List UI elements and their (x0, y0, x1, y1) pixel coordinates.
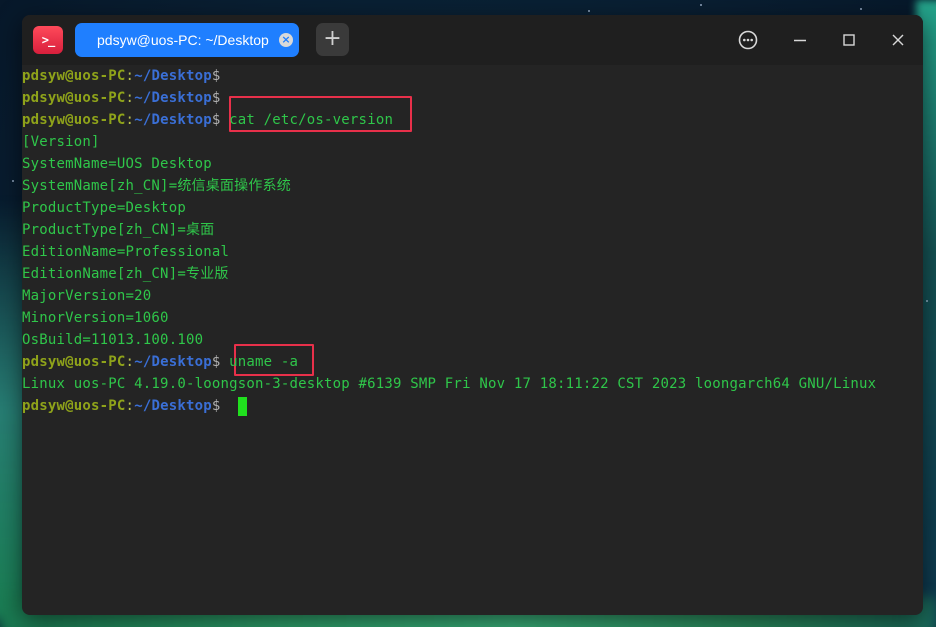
command-text: cat /etc/os-version (220, 112, 394, 128)
prompt-dollar: $ (211, 398, 221, 414)
prompt-path: ~/Desktop (134, 90, 212, 106)
terminal-window: >_ pdsyw@uos-PC: ~/Desktop × + pdsyw@uos… (22, 15, 923, 615)
output-line: EditionName=Professional (22, 241, 229, 263)
output-text: MinorVersion=1060 (22, 310, 169, 326)
wallpaper-star (860, 8, 862, 10)
prompt-user-host: pdsyw@uos-PC (22, 90, 126, 106)
output-line: EditionName[zh_CN]=专业版 (22, 263, 229, 285)
text-cursor (238, 397, 247, 416)
prompt-dollar: $ (211, 68, 221, 84)
output-line: SystemName[zh_CN]=统信桌面操作系统 (22, 175, 291, 197)
output-line: ProductType[zh_CN]=桌面 (22, 219, 214, 241)
title-bar: >_ pdsyw@uos-PC: ~/Desktop × + (22, 15, 923, 65)
prompt-user-host: pdsyw@uos-PC (22, 398, 126, 414)
more-options-icon[interactable] (736, 28, 760, 52)
prompt-colon: : (125, 398, 135, 414)
output-text: ProductType[zh_CN]=桌面 (22, 222, 215, 238)
output-line: ProductType=Desktop (22, 197, 186, 219)
prompt-user-host: pdsyw@uos-PC (22, 354, 126, 370)
prompt-path: ~/Desktop (134, 112, 212, 128)
close-icon[interactable] (886, 28, 910, 52)
prompt-colon: : (125, 68, 135, 84)
wallpaper-star (926, 300, 928, 302)
app-icon-glyph: >_ (41, 33, 55, 47)
output-text: Linux uos-PC 4.19.0-loongson-3-desktop #… (22, 376, 877, 392)
prompt-line: pdsyw@uos-PC:~/Desktop$ (22, 395, 229, 417)
prompt-line: pdsyw@uos-PC:~/Desktop$ (22, 65, 221, 87)
prompt-user-host: pdsyw@uos-PC (22, 68, 126, 84)
command-text (221, 398, 230, 414)
prompt-line: pdsyw@uos-PC:~/Desktop$ cat /etc/os-vers… (22, 109, 393, 131)
output-text: SystemName[zh_CN]=统信桌面操作系统 (22, 178, 291, 194)
prompt-user-host: pdsyw@uos-PC (22, 112, 126, 128)
prompt-path: ~/Desktop (134, 354, 212, 370)
prompt-dollar: $ (211, 112, 221, 128)
prompt-colon: : (125, 90, 135, 106)
terminal-app-icon[interactable]: >_ (33, 26, 63, 54)
minimize-icon[interactable] (788, 28, 812, 52)
wallpaper-star (588, 10, 590, 12)
plus-icon: + (323, 26, 342, 51)
tab-title: pdsyw@uos-PC: ~/Desktop (97, 32, 269, 48)
prompt-colon: : (125, 112, 135, 128)
output-line: MinorVersion=1060 (22, 307, 169, 329)
prompt-line: pdsyw@uos-PC:~/Desktop$ (22, 87, 221, 109)
new-tab-button[interactable]: + (316, 23, 349, 56)
output-text: [Version] (22, 134, 100, 150)
output-text: EditionName[zh_CN]=专业版 (22, 266, 229, 282)
prompt-dollar: $ (211, 90, 221, 106)
output-line: Linux uos-PC 4.19.0-loongson-3-desktop #… (22, 373, 876, 395)
terminal-output-area[interactable]: pdsyw@uos-PC:~/Desktop$ pdsyw@uos-PC:~/De… (22, 65, 923, 615)
output-text: MajorVersion=20 (22, 288, 152, 304)
output-text: EditionName=Professional (22, 244, 230, 260)
output-line: SystemName=UOS Desktop (22, 153, 212, 175)
prompt-dollar: $ (211, 354, 221, 370)
tab-close-icon[interactable]: × (279, 33, 293, 47)
output-line: [Version] (22, 131, 100, 153)
output-line: MajorVersion=20 (22, 285, 151, 307)
prompt-path: ~/Desktop (134, 398, 212, 414)
tab-active-terminal[interactable]: pdsyw@uos-PC: ~/Desktop × (75, 23, 299, 57)
output-text: ProductType=Desktop (22, 200, 186, 216)
prompt-path: ~/Desktop (134, 68, 212, 84)
command-text: uname -a (220, 354, 299, 370)
prompt-colon: : (125, 354, 135, 370)
output-line: OsBuild=11013.100.100 (22, 329, 203, 351)
wallpaper-star (12, 180, 14, 182)
maximize-icon[interactable] (837, 28, 861, 52)
output-text: OsBuild=11013.100.100 (22, 332, 204, 348)
prompt-line: pdsyw@uos-PC:~/Desktop$ uname -a (22, 351, 298, 373)
wallpaper-star (700, 4, 702, 6)
output-text: SystemName=UOS Desktop (22, 156, 212, 172)
